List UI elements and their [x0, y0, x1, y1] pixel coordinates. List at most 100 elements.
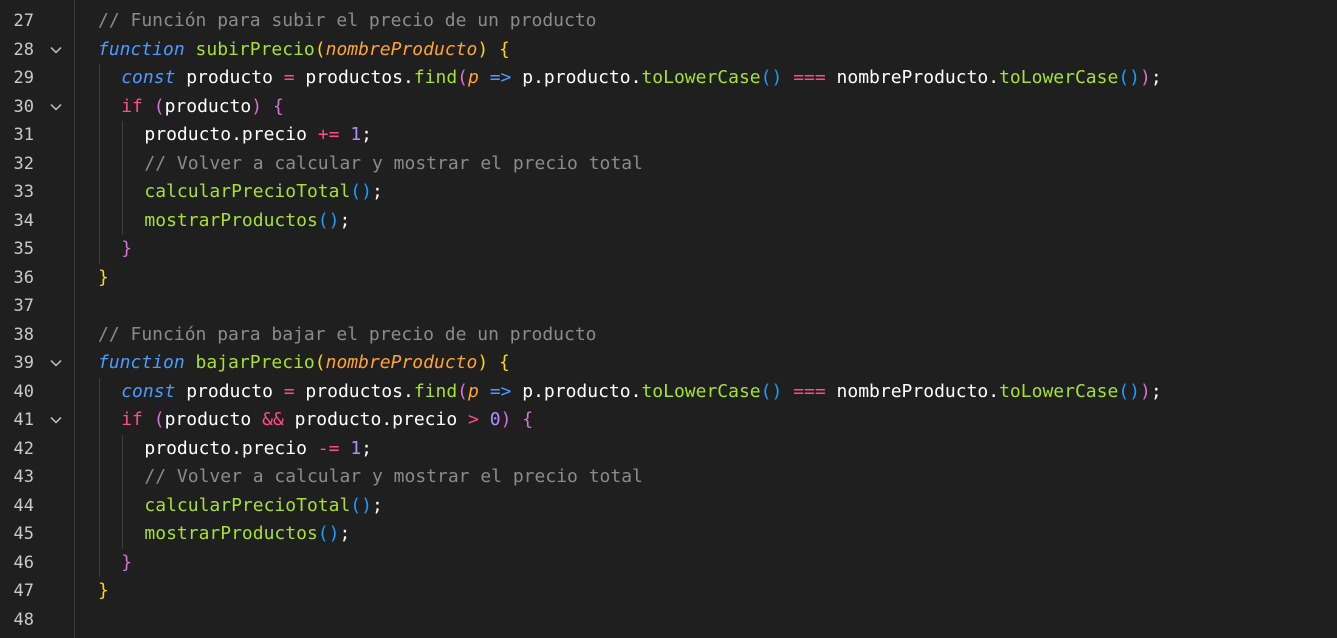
line-number: 40 — [13, 381, 34, 402]
code-line[interactable]: 36} — [0, 264, 1337, 293]
line-number: 27 — [13, 11, 34, 31]
code-token: calcularPrecioTotal — [144, 181, 351, 202]
line-number: 32 — [13, 153, 34, 174]
code-text: // Función para subir el precio de un pr… — [98, 7, 597, 36]
code-token: 0 — [489, 409, 501, 430]
code-token: { — [499, 352, 510, 373]
code-line[interactable]: 44 calcularPrecioTotal(); — [0, 491, 1337, 520]
line-number: 43 — [13, 467, 34, 487]
code-editor[interactable]: 27 // Función para subir el precio de un … — [0, 0, 1337, 638]
code-token: && — [262, 409, 284, 430]
code-token: // Función para subir el precio de un pr… — [98, 10, 597, 31]
line-number: 30 — [13, 96, 34, 117]
code-token: p.producto. — [511, 67, 642, 88]
code-line[interactable]: 28 function subirPrecio(nombreProducto) { — [0, 36, 1337, 65]
code-token: } — [121, 551, 133, 573]
indent-guide — [122, 463, 124, 492]
line-number: 37 — [13, 296, 34, 316]
indent-guide — [99, 377, 100, 406]
line-number: 47 — [13, 581, 34, 601]
code-token: nombreProducto — [325, 352, 478, 373]
code-token: p.producto. — [511, 380, 642, 402]
code-line[interactable]: 37 — [0, 292, 1337, 321]
code-line[interactable]: 32 // Volver a calcular y mostrar el prec… — [0, 149, 1337, 179]
code-line[interactable]: 29 const producto = productos.find(p => p… — [0, 64, 1337, 93]
code-text: calcularPrecioTotal(); — [144, 178, 382, 207]
code-token: productos. — [294, 67, 414, 88]
code-token: ( — [314, 38, 326, 60]
code-line[interactable]: 38 // Función para bajar el precio de un … — [0, 321, 1337, 350]
chevron-down-icon[interactable] — [44, 349, 68, 378]
line-number: 28 — [13, 39, 34, 60]
code-line[interactable]: 40 const producto = productos.find(p => p… — [0, 377, 1337, 406]
indent-guide — [122, 149, 124, 178]
code-token: ) — [477, 352, 489, 373]
code-line[interactable]: 43 // Volver a calcular y mostrar el prec… — [0, 463, 1337, 492]
code-line[interactable]: 33 calcularPrecioTotal(); — [0, 178, 1337, 207]
code-token: () — [350, 181, 372, 202]
code-token: } — [121, 238, 133, 259]
code-line[interactable]: 41 if (producto && producto.precio > 0) { — [0, 406, 1337, 435]
indent-guide — [99, 463, 100, 492]
code-text: } — [121, 549, 132, 578]
code-token: 1 — [350, 437, 362, 459]
line-number: 36 — [13, 267, 34, 288]
code-token: ; — [361, 437, 372, 459]
code-line[interactable]: 42 producto.precio -= 1; — [0, 434, 1337, 463]
code-token: productos. — [294, 380, 414, 402]
code-line[interactable]: 34 mostrarProductos(); — [0, 206, 1337, 235]
code-line[interactable]: 46} — [0, 548, 1337, 578]
code-token: => — [489, 380, 512, 402]
code-line[interactable]: 31 producto.precio += 1; — [0, 121, 1337, 150]
code-text: } — [98, 577, 109, 606]
code-token: mostrarProductos — [144, 209, 318, 231]
code-line[interactable]: 35} — [0, 235, 1337, 264]
indent-guide — [122, 434, 124, 463]
code-token: } — [98, 580, 109, 601]
code-line[interactable]: 27 // Función para subir el precio de un … — [0, 7, 1337, 36]
code-token: function — [98, 38, 185, 60]
code-token: () — [760, 67, 783, 88]
chevron-down-icon[interactable] — [44, 93, 68, 122]
code-token: () — [317, 523, 340, 544]
code-token: ; — [339, 523, 351, 544]
code-text: // Volver a calcular y mostrar el precio… — [144, 150, 643, 179]
code-token: mostrarProductos — [144, 523, 318, 544]
code-token: ( — [153, 95, 165, 117]
indent-guide — [99, 235, 100, 264]
line-number: 33 — [13, 182, 34, 202]
code-token: ( — [314, 352, 326, 373]
indent-guide — [99, 178, 100, 207]
code-token: toLowerCase — [999, 67, 1119, 88]
code-line[interactable]: 30 if (producto) { — [0, 92, 1337, 122]
code-line[interactable]: 39 function bajarPrecio(nombreProducto) { — [0, 349, 1337, 378]
chevron-down-icon[interactable] — [44, 406, 68, 435]
indent-guide — [99, 64, 100, 93]
code-token: () — [317, 209, 340, 231]
code-token: nombreProducto. — [825, 380, 1000, 402]
code-token: ( — [153, 409, 165, 430]
code-token: find — [413, 67, 458, 88]
code-token: = — [283, 380, 295, 402]
code-line[interactable]: 48 — [0, 606, 1337, 635]
code-token: { — [522, 409, 534, 430]
code-token: ) — [1140, 67, 1151, 88]
code-token: // Volver a calcular y mostrar el precio… — [144, 466, 643, 487]
code-line[interactable]: 47} — [0, 577, 1337, 606]
indent-guide — [99, 92, 100, 121]
chevron-down-icon[interactable] — [44, 36, 68, 65]
code-token: ; — [1150, 380, 1162, 402]
code-line[interactable]: 45 mostrarProductos(); — [0, 520, 1337, 549]
code-token: => — [489, 67, 512, 88]
code-token: ; — [361, 124, 372, 145]
line-number: 38 — [13, 324, 34, 345]
indent-guide — [122, 121, 124, 150]
indent-guide — [99, 149, 100, 178]
code-token: calcularPrecioTotal — [144, 494, 351, 516]
